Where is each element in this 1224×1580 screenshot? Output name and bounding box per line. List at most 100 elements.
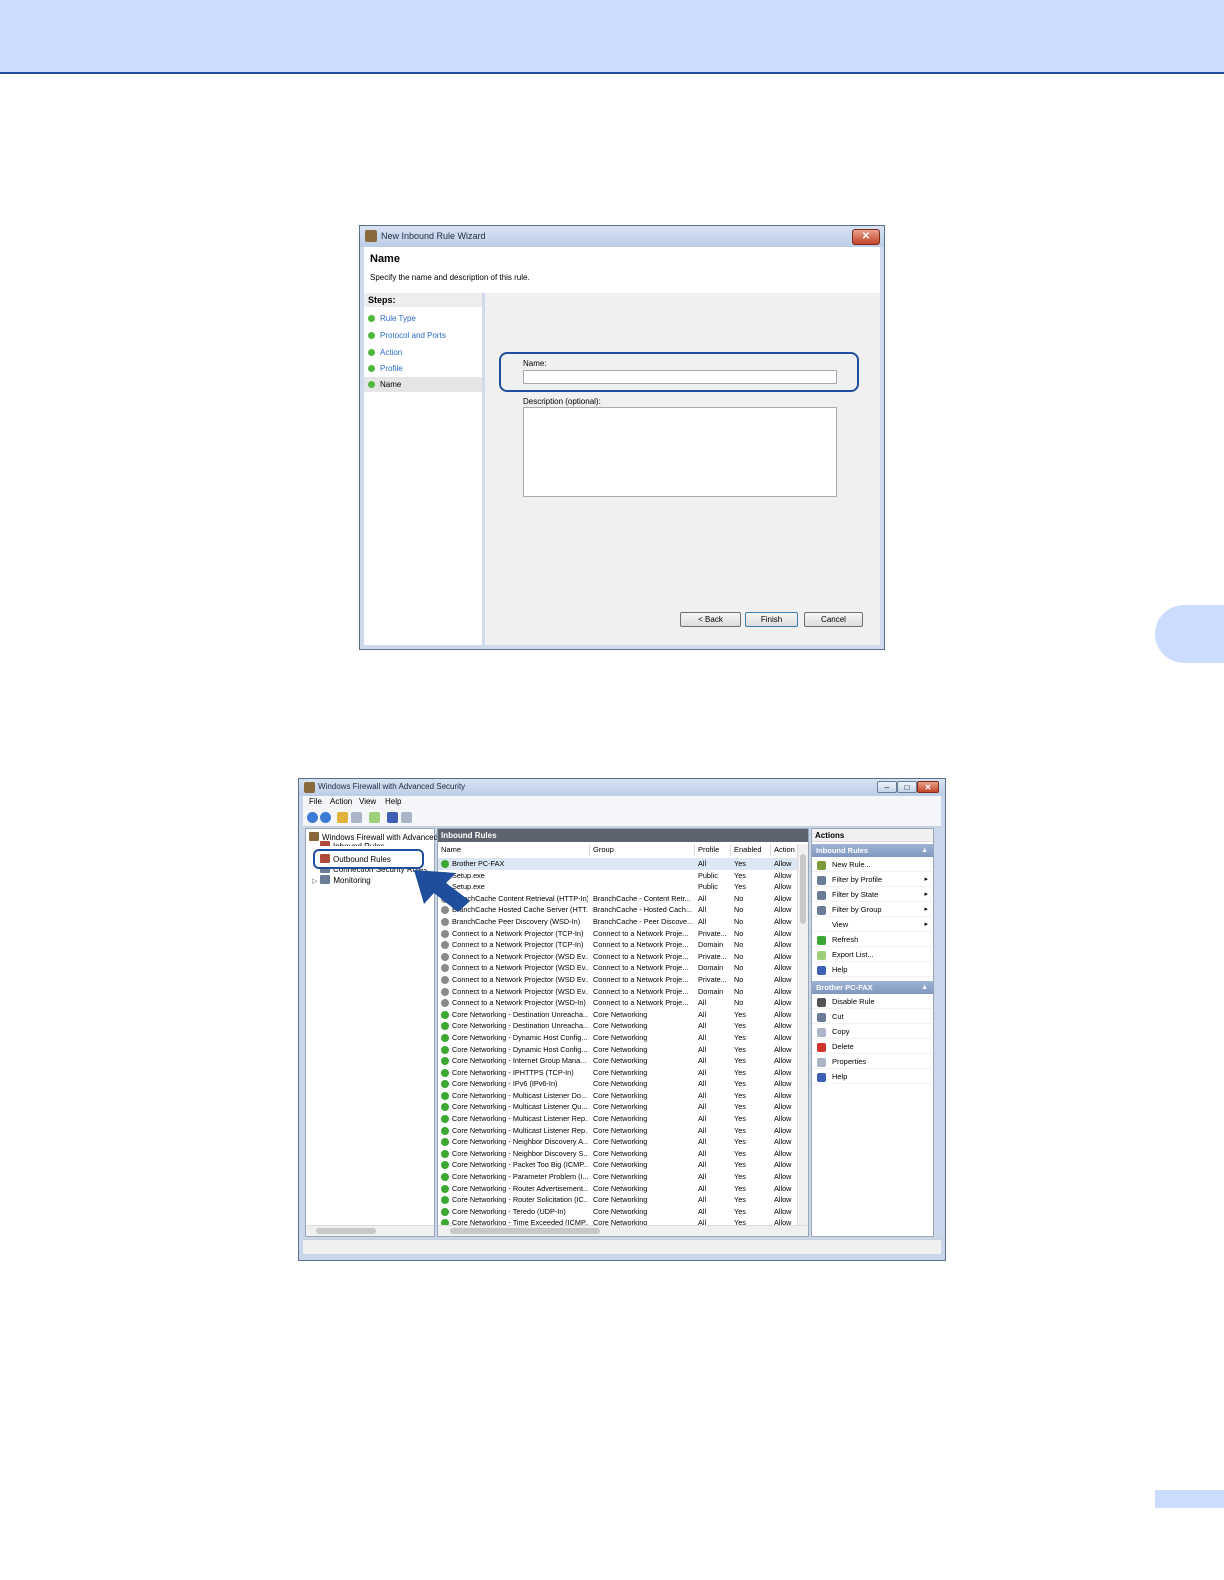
show-hide-action-pane-icon[interactable] — [401, 812, 412, 823]
description-textarea[interactable] — [523, 407, 837, 497]
menu-help[interactable]: Help — [385, 797, 401, 806]
table-row[interactable]: Connect to a Network Projector (WSD-In) C… — [438, 997, 800, 1009]
cell-enabled: Yes — [734, 1160, 746, 1170]
action-cut[interactable]: Cut — [812, 1010, 933, 1024]
table-row[interactable]: Setup.exe Public Yes Allow — [438, 870, 800, 882]
table-row[interactable]: Core Networking - Router Advertisement..… — [438, 1183, 800, 1195]
table-row[interactable]: Core Networking - Packet Too Big (ICMP..… — [438, 1159, 800, 1171]
table-row[interactable]: Core Networking - Dynamic Host Config...… — [438, 1044, 800, 1056]
step-name[interactable]: Name — [364, 377, 482, 392]
table-row[interactable]: Connect to a Network Projector (WSD Ev..… — [438, 951, 800, 963]
scroll-thumb[interactable] — [450, 1228, 600, 1234]
toolbar — [303, 809, 941, 827]
minimize-button[interactable]: – — [877, 781, 897, 793]
name-input[interactable] — [523, 370, 837, 384]
column-profile[interactable]: Profile — [695, 844, 731, 856]
expand-icon[interactable]: ▷ — [312, 878, 317, 885]
forward-arrow-icon[interactable] — [320, 812, 331, 823]
table-row[interactable]: BranchCache Content Retrieval (HTTP-In) B… — [438, 893, 800, 905]
rule-enabled-icon — [441, 1184, 449, 1193]
action-filter-by-state[interactable]: Filter by State ▸ — [812, 888, 933, 902]
column-enabled[interactable]: Enabled — [731, 844, 771, 856]
table-row[interactable]: Connect to a Network Projector (TCP-In) C… — [438, 928, 800, 940]
table-row[interactable]: Core Networking - Multicast Listener Rep… — [438, 1113, 800, 1125]
close-button[interactable]: ✕ — [917, 781, 939, 793]
cell-group: Connect to a Network Proje... — [593, 940, 689, 950]
table-row[interactable]: Brother PC-FAX All Yes Allow — [438, 858, 800, 870]
action-filter-by-profile[interactable]: Filter by Profile ▸ — [812, 873, 933, 887]
action-delete[interactable]: Delete — [812, 1040, 933, 1054]
back-arrow-icon[interactable] — [307, 812, 318, 823]
column-action[interactable]: Action — [771, 844, 800, 856]
cell-group: Core Networking — [593, 1183, 648, 1193]
table-row[interactable]: Core Networking - Multicast Listener Qu.… — [438, 1101, 800, 1113]
table-row[interactable]: Connect to a Network Projector (WSD Ev..… — [438, 962, 800, 974]
table-row[interactable]: Core Networking - Router Solicitation (I… — [438, 1194, 800, 1206]
table-row[interactable]: Core Networking - Internet Group Mana...… — [438, 1055, 800, 1067]
tree-monitoring[interactable]: ▷ Monitoring — [312, 875, 371, 885]
action-properties[interactable]: Properties — [812, 1055, 933, 1069]
column-name[interactable]: Name — [438, 844, 590, 856]
table-row[interactable]: Core Networking - IPv6 (IPv6-In) Core Net… — [438, 1078, 800, 1090]
column-group[interactable]: Group — [590, 844, 695, 856]
help-icon[interactable] — [387, 812, 398, 823]
action-export-list[interactable]: Export List... — [812, 948, 933, 962]
step-protocol-and-ports[interactable]: Protocol and Ports — [364, 328, 482, 343]
table-row[interactable]: Core Networking - Neighbor Discovery A..… — [438, 1136, 800, 1148]
action-new-rule[interactable]: New Rule... — [812, 858, 933, 872]
tree-horizontal-scrollbar[interactable] — [306, 1225, 434, 1236]
table-row[interactable]: Core Networking - Parameter Problem (I..… — [438, 1171, 800, 1183]
table-row[interactable]: BranchCache Hosted Cache Server (HTT... B… — [438, 904, 800, 916]
menu-action[interactable]: Action — [330, 797, 352, 806]
action-help[interactable]: Help — [812, 1070, 933, 1084]
scroll-thumb[interactable] — [800, 854, 806, 924]
table-row[interactable]: Core Networking - Neighbor Discovery S..… — [438, 1148, 800, 1160]
action-view[interactable]: View ▸ — [812, 918, 933, 932]
table-row[interactable]: Core Networking - Multicast Listener Rep… — [438, 1125, 800, 1137]
action-disable-rule[interactable]: Disable Rule — [812, 995, 933, 1009]
menu-view[interactable]: View — [359, 797, 376, 806]
table-row[interactable]: BranchCache Peer Discovery (WSD-In) Branc… — [438, 916, 800, 928]
step-label: Name — [380, 380, 402, 389]
table-row[interactable]: Connect to a Network Projector (WSD Ev..… — [438, 986, 800, 998]
table-row[interactable]: Setup.exe Public Yes Allow — [438, 881, 800, 893]
folder-up-icon[interactable] — [337, 812, 348, 823]
cell-profile: All — [698, 1183, 707, 1193]
menu-file[interactable]: File — [309, 797, 322, 806]
table-row[interactable]: Connect to a Network Projector (TCP-In) C… — [438, 939, 800, 951]
action-label: Properties — [832, 1057, 867, 1066]
maximize-button[interactable]: □ — [897, 781, 917, 793]
table-row[interactable]: Core Networking - Destination Unreacha..… — [438, 1020, 800, 1032]
table-row[interactable]: Core Networking - Multicast Listener Do.… — [438, 1090, 800, 1102]
tree-root[interactable]: Windows Firewall with Advanced S — [309, 832, 446, 842]
table-row[interactable]: Connect to a Network Projector (WSD Ev..… — [438, 974, 800, 986]
action-refresh[interactable]: Refresh — [812, 933, 933, 947]
back-button[interactable]: < Back — [680, 612, 741, 627]
collapse-icon[interactable]: ▲ — [921, 844, 928, 857]
export-icon[interactable] — [369, 812, 380, 823]
scroll-thumb[interactable] — [316, 1228, 376, 1234]
show-hide-tree-icon[interactable] — [351, 812, 362, 823]
table-row[interactable]: Core Networking - Teredo (UDP-In) Core Ne… — [438, 1206, 800, 1218]
step-profile[interactable]: Profile — [364, 361, 482, 376]
table-row[interactable]: Core Networking - Dynamic Host Config...… — [438, 1032, 800, 1044]
finish-button[interactable]: Finish — [745, 612, 798, 627]
table-row[interactable]: Core Networking - IPHTTPS (TCP-In) Core N… — [438, 1067, 800, 1079]
step-action[interactable]: Action — [364, 345, 482, 360]
cell-name: Connect to a Network Projector (WSD Ev..… — [452, 951, 588, 961]
action-copy[interactable]: Copy — [812, 1025, 933, 1039]
cancel-button[interactable]: Cancel — [804, 612, 863, 627]
cell-name: Core Networking - Router Advertisement..… — [452, 1183, 588, 1193]
cell-profile: Domain — [698, 986, 724, 996]
actions-section-selected-rule[interactable]: Brother PC-FAX ▲ — [812, 981, 933, 994]
grid-vertical-scrollbar[interactable] — [797, 844, 808, 1226]
action-help[interactable]: Help — [812, 963, 933, 977]
actions-section-inbound[interactable]: Inbound Rules ▲ — [812, 844, 933, 857]
table-row[interactable]: Core Networking - Destination Unreacha..… — [438, 1009, 800, 1021]
close-button[interactable]: ✕ — [852, 229, 880, 245]
collapse-icon[interactable]: ▲ — [921, 981, 928, 994]
action-filter-by-group[interactable]: Filter by Group ▸ — [812, 903, 933, 917]
grid-horizontal-scrollbar[interactable] — [438, 1225, 808, 1236]
step-rule-type[interactable]: Rule Type — [364, 311, 482, 326]
cell-enabled: Yes — [734, 1148, 746, 1158]
